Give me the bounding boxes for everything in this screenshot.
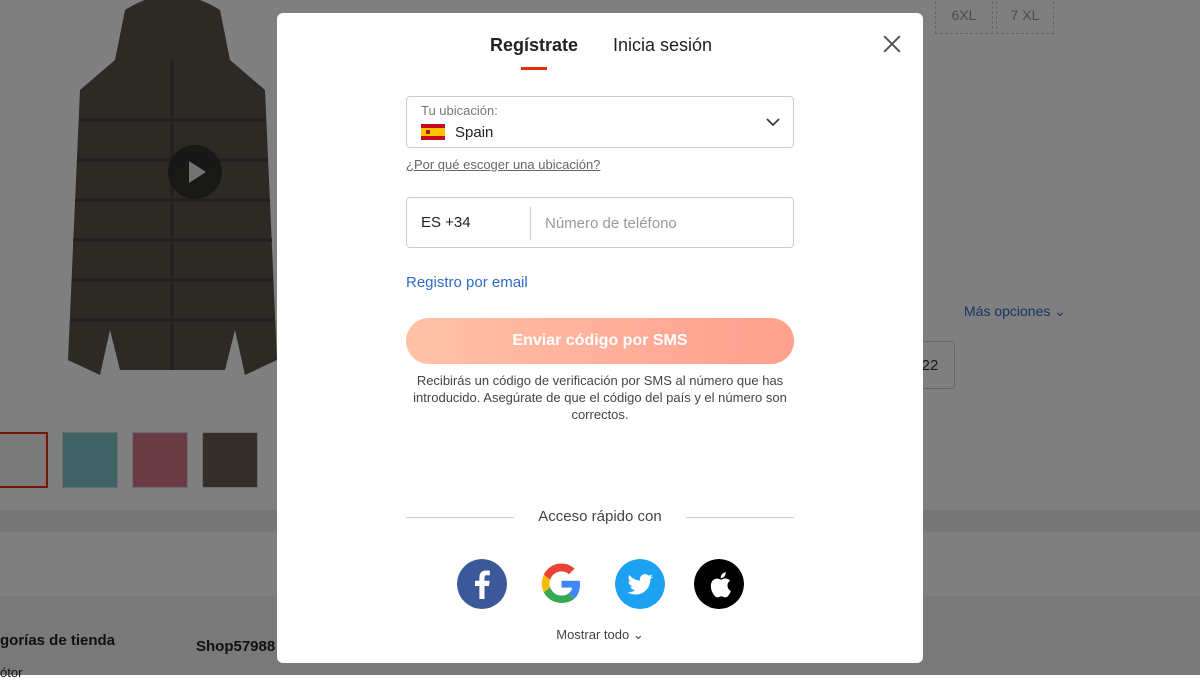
close-icon[interactable] (879, 31, 905, 57)
location-select[interactable]: Tu ubicación: Spain (406, 96, 794, 148)
tab-login[interactable]: Inicia sesión (613, 35, 712, 56)
phone-field: ES +34 (406, 197, 794, 248)
register-modal: Regístrate Inicia sesión Tu ubicación: S… (277, 13, 923, 663)
chevron-down-icon: ⌄ (632, 627, 644, 642)
quick-access-row: Acceso rápido con (406, 508, 794, 528)
location-value: Spain (455, 124, 494, 141)
google-icon[interactable] (536, 559, 586, 609)
sms-note: Recibirás un código de verificación por … (413, 373, 787, 422)
spain-flag-icon (421, 124, 445, 140)
twitter-icon[interactable] (615, 559, 665, 609)
phone-number-input[interactable] (543, 206, 787, 240)
chevron-down-icon (766, 118, 780, 127)
show-all-label: Mostrar todo (556, 627, 630, 642)
tab-register[interactable]: Regístrate (490, 35, 578, 56)
send-sms-code-button[interactable]: Enviar código por SMS (406, 318, 794, 364)
apple-icon[interactable] (694, 559, 744, 609)
location-label: Tu ubicación: (421, 103, 498, 118)
phone-divider (530, 207, 531, 240)
show-all-link[interactable]: Mostrar todo ⌄ (277, 627, 923, 643)
why-location-link[interactable]: ¿Por qué escoger una ubicación? (406, 157, 600, 172)
auth-tabs: Regístrate Inicia sesión (277, 35, 923, 75)
divider-right (686, 517, 794, 518)
facebook-icon[interactable] (457, 559, 507, 609)
active-tab-indicator (521, 67, 547, 70)
email-register-link[interactable]: Registro por email (406, 274, 528, 291)
country-code-selector[interactable]: ES +34 (421, 214, 471, 231)
